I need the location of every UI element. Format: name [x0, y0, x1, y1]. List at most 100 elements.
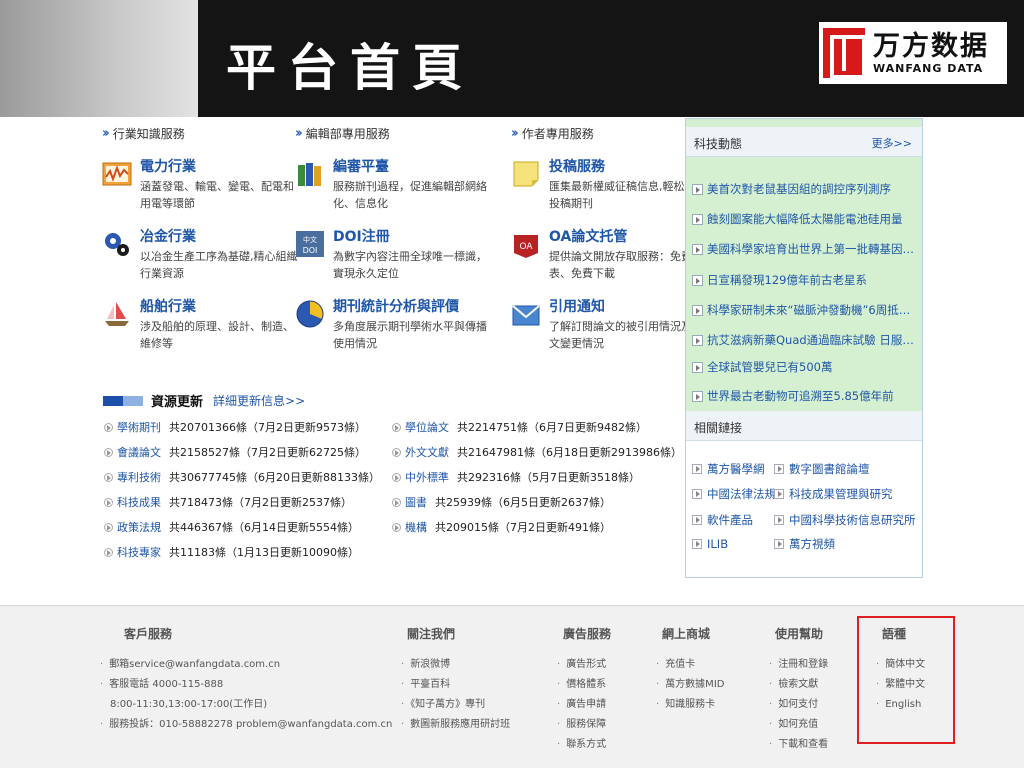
bullet-arrow-icon: [692, 213, 703, 225]
pie-chart-icon: [296, 300, 324, 328]
footer-item[interactable]: 新浪微博: [401, 655, 510, 675]
gears-icon: [105, 233, 129, 256]
service-shipping[interactable]: 船舶行業 涉及船舶的原理、設計、制造、維修等: [102, 296, 312, 356]
footer-item[interactable]: 數圖新服務應用研討班: [401, 715, 510, 735]
service-title[interactable]: 船舶行業: [140, 296, 196, 316]
footer-item[interactable]: 如何支付: [769, 695, 828, 715]
related-links-title: 相關鏈接: [694, 421, 743, 435]
bullet-arrow-icon: [692, 539, 702, 549]
section-heading: ›› 編輯部專用服務: [295, 124, 505, 142]
oa-icon: OA: [514, 235, 538, 258]
news-item[interactable]: 美國科學家培育出世界上第一批轉基因嬰...: [692, 240, 918, 258]
footer-item[interactable]: 充值卡: [656, 655, 724, 675]
resource-name[interactable]: 圖書: [405, 494, 427, 510]
footer-item[interactable]: 萬方數據MID: [656, 675, 724, 695]
footer-item[interactable]: 服務保障: [557, 715, 611, 735]
industry-services: ›› 行業知識服務 電力行業 涵蓋發電、輸電、變電、配電和用電等環節 冶金行業 …: [102, 124, 312, 351]
resource-name[interactable]: 機構: [405, 519, 427, 535]
service-editing-platform[interactable]: 編審平臺 服務辦刊過程，促進編輯部網絡化、信息化: [295, 156, 505, 216]
bullet-arrow-icon: [392, 497, 401, 507]
related-link[interactable]: 軟件產品: [692, 511, 753, 529]
service-title[interactable]: 引用通知: [549, 296, 605, 316]
footer-item[interactable]: 廣告申請: [557, 695, 611, 715]
section-bar-icon: [103, 395, 143, 406]
bullet-arrow-icon: [392, 472, 401, 482]
footer-item[interactable]: 注冊和登錄: [769, 655, 828, 675]
footer-item[interactable]: 平臺百科: [401, 675, 510, 695]
footer-item[interactable]: 下載和查看: [769, 735, 828, 755]
related-link[interactable]: ILIB: [692, 535, 728, 553]
related-link[interactable]: 科技成果管理與研究: [774, 485, 893, 503]
service-title[interactable]: 冶金行業: [140, 226, 196, 246]
resource-name[interactable]: 科技專家: [117, 544, 161, 560]
news-item[interactable]: 抗艾滋病新藥Quad通過臨床試驗 日服1次...: [692, 331, 918, 349]
news-item-text: 科學家研制未來“磁脈沖發動機”6周抵火星: [707, 303, 918, 317]
bullet-arrow-icon: [692, 489, 702, 499]
related-link[interactable]: 中國法律法規: [692, 485, 776, 503]
resource-name[interactable]: 專利技術: [117, 469, 161, 485]
service-title[interactable]: 電力行業: [140, 156, 196, 176]
page-root: 平台首頁 万方数据 WANFANG DATA ›› 行業知識服務 電力行業 涵蓋…: [0, 0, 1024, 768]
resource-name[interactable]: 學術期刊: [117, 419, 161, 435]
detail-update-link[interactable]: 詳細更新信息>>: [213, 392, 305, 409]
resource-name[interactable]: 政策法規: [117, 519, 161, 535]
related-link[interactable]: 中國科學技術信息研究所: [774, 511, 916, 529]
note-icon: [513, 161, 539, 187]
more-news-link[interactable]: 更多>>: [872, 135, 912, 151]
wanfang-logo[interactable]: 万方数据 WANFANG DATA: [819, 22, 1007, 84]
books-icon: [298, 163, 321, 186]
related-link[interactable]: 萬方醫學網: [692, 460, 765, 478]
service-title[interactable]: 期刊統計分析與評價: [333, 296, 459, 316]
news-item[interactable]: 科學家研制未來“磁脈沖發動機”6周抵火星: [692, 301, 918, 319]
service-title[interactable]: DOI注冊: [333, 226, 390, 246]
news-item[interactable]: 日宣稱發現129億年前古老星系: [692, 271, 918, 289]
resource-count: 共2158527條（7月2日更新62725條）: [169, 446, 366, 459]
news-item[interactable]: 世界最古老動物可追溯至5.85億年前: [692, 387, 918, 405]
resource-count: 共2214751條（6月7日更新9482條）: [457, 421, 647, 434]
footer-item[interactable]: 如何充值: [769, 715, 828, 735]
bullet-arrow-icon: [104, 472, 113, 482]
resource-update-header: 資源更新 詳細更新信息>>: [103, 391, 305, 410]
footer-item: 8:00-11:30,13:00-17:00(工作日): [110, 699, 268, 710]
news-item[interactable]: 美首次對老鼠基因組的調控序列測序: [692, 180, 918, 198]
resource-row: 外文文獻 共21647981條（6月18日更新2913986條）: [392, 443, 682, 461]
service-journal-stats[interactable]: 期刊統計分析與評價 多角度展示期刊學術水平與傳播使用情況: [295, 296, 505, 356]
footer-item[interactable]: 《知子萬方》專刊: [401, 695, 510, 715]
footer-item[interactable]: 價格體系: [557, 675, 611, 695]
svg-text:OA: OA: [519, 242, 533, 252]
related-link-text: 科技成果管理與研究: [789, 487, 893, 501]
footer-item[interactable]: 檢索文獻: [769, 675, 828, 695]
service-metallurgy[interactable]: 冶金行業 以冶金生產工序為基礎,精心組織行業資源: [102, 226, 312, 286]
service-title[interactable]: 投稿服務: [549, 156, 605, 176]
bullet-arrow-icon: [692, 515, 702, 525]
related-link[interactable]: 萬方視頻: [774, 535, 835, 553]
footer-item[interactable]: 廣告形式: [557, 655, 611, 675]
service-title[interactable]: OA論文托管: [549, 226, 627, 246]
resource-row: 學位論文 共2214751條（6月7日更新9482條）: [392, 418, 647, 436]
footer-heading: 使用幫助: [775, 627, 824, 641]
footer-item[interactable]: 知識服務卡: [656, 695, 724, 715]
resource-name[interactable]: 科技成果: [117, 494, 161, 510]
tech-news-title: 科技動態: [694, 137, 743, 151]
resource-name[interactable]: 學位論文: [405, 419, 449, 435]
footer-online-store: 網上商城 充值卡 萬方數據MID 知識服務卡: [656, 625, 724, 715]
resource-name[interactable]: 中外標準: [405, 469, 449, 485]
bullet-arrow-icon: [692, 243, 703, 255]
page-title: 平台首頁: [226, 38, 474, 97]
footer-item[interactable]: 郵箱service@wanfangdata.com.cn: [100, 655, 392, 675]
resource-name[interactable]: 外文文獻: [405, 444, 449, 460]
related-link[interactable]: 數字圖書館論壇: [774, 460, 870, 478]
news-item[interactable]: 蝕刻圖案能大幅降低太陽能電池硅用量: [692, 210, 918, 228]
ship-icon: [105, 302, 129, 326]
service-doi[interactable]: 中文 DOI DOI注冊 為數字內容注冊全球唯一標識，實現永久定位: [295, 226, 505, 286]
bullet-arrow-icon: [692, 390, 703, 402]
footer-item[interactable]: 聯系方式: [557, 735, 611, 755]
related-link-text: 中國法律法規: [707, 487, 776, 501]
news-item-text: 美首次對老鼠基因組的調控序列測序: [707, 182, 891, 196]
news-item[interactable]: 全球試管嬰兒已有500萬: [692, 358, 918, 376]
service-desc: 涵蓋發電、輸電、變電、配電和用電等環節: [140, 180, 294, 210]
resource-name[interactable]: 會議論文: [117, 444, 161, 460]
service-title[interactable]: 編審平臺: [333, 156, 389, 176]
service-power[interactable]: 電力行業 涵蓋發電、輸電、變電、配電和用電等環節: [102, 156, 312, 216]
footer-item[interactable]: 服務投訴：010-58882278 problem@wanfangdata.co…: [100, 715, 392, 735]
